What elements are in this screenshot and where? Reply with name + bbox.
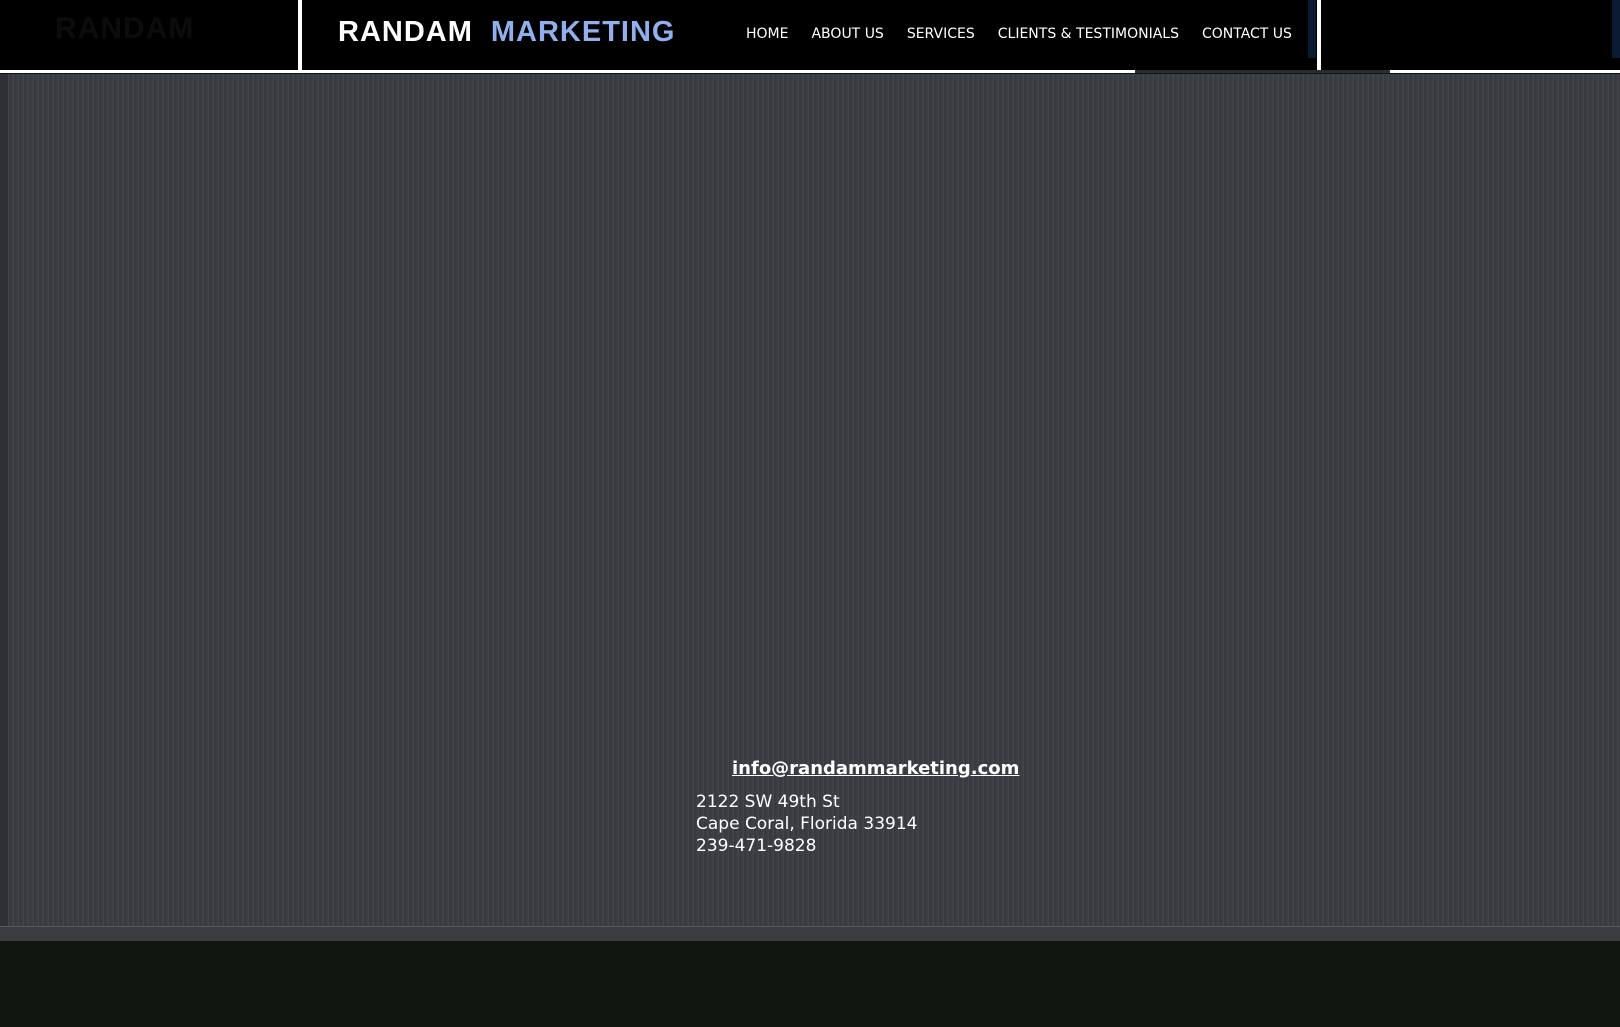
header-accent-sliver-right <box>1612 0 1620 58</box>
main-nav: HOME ABOUT US SERVICES CLIENTS & TESTIMO… <box>746 25 1292 45</box>
header-rule-gap <box>1135 70 1390 73</box>
logo-word-randam: RANDAM <box>338 16 473 48</box>
header-divider-left <box>298 0 302 72</box>
address-street: 2122 SW 49th St <box>696 792 840 812</box>
nav-clients-testimonials[interactable]: CLIENTS & TESTIMONIALS <box>998 25 1179 45</box>
contact-address: 2122 SW 49th St Cape Coral, Florida 3391… <box>696 791 917 857</box>
contact-email-link[interactable]: info@randammarketing.com <box>732 758 1019 779</box>
header-divider-right <box>1317 0 1321 72</box>
nav-services[interactable]: SERVICES <box>907 25 975 45</box>
nav-contact-us[interactable]: CONTACT US <box>1202 25 1292 45</box>
top-bar: RANDAM RANDAM MARKETING HOME ABOUT US SER… <box>0 0 1620 70</box>
nav-about-us[interactable]: ABOUT US <box>811 25 883 45</box>
ghost-logo-text: RANDAM <box>55 12 195 45</box>
site-logo[interactable]: RANDAM MARKETING <box>338 16 675 49</box>
contact-phone: 239-471-9828 <box>696 836 817 856</box>
page: RANDAM RANDAM MARKETING HOME ABOUT US SER… <box>0 0 1620 1027</box>
nav-home[interactable]: HOME <box>746 25 788 45</box>
header-accent-sliver <box>1308 0 1316 58</box>
logo-word-marketing: MARKETING <box>490 16 676 48</box>
address-city: Cape Coral, Florida 33914 <box>696 814 918 834</box>
panel-bottom-edge <box>0 926 1620 941</box>
